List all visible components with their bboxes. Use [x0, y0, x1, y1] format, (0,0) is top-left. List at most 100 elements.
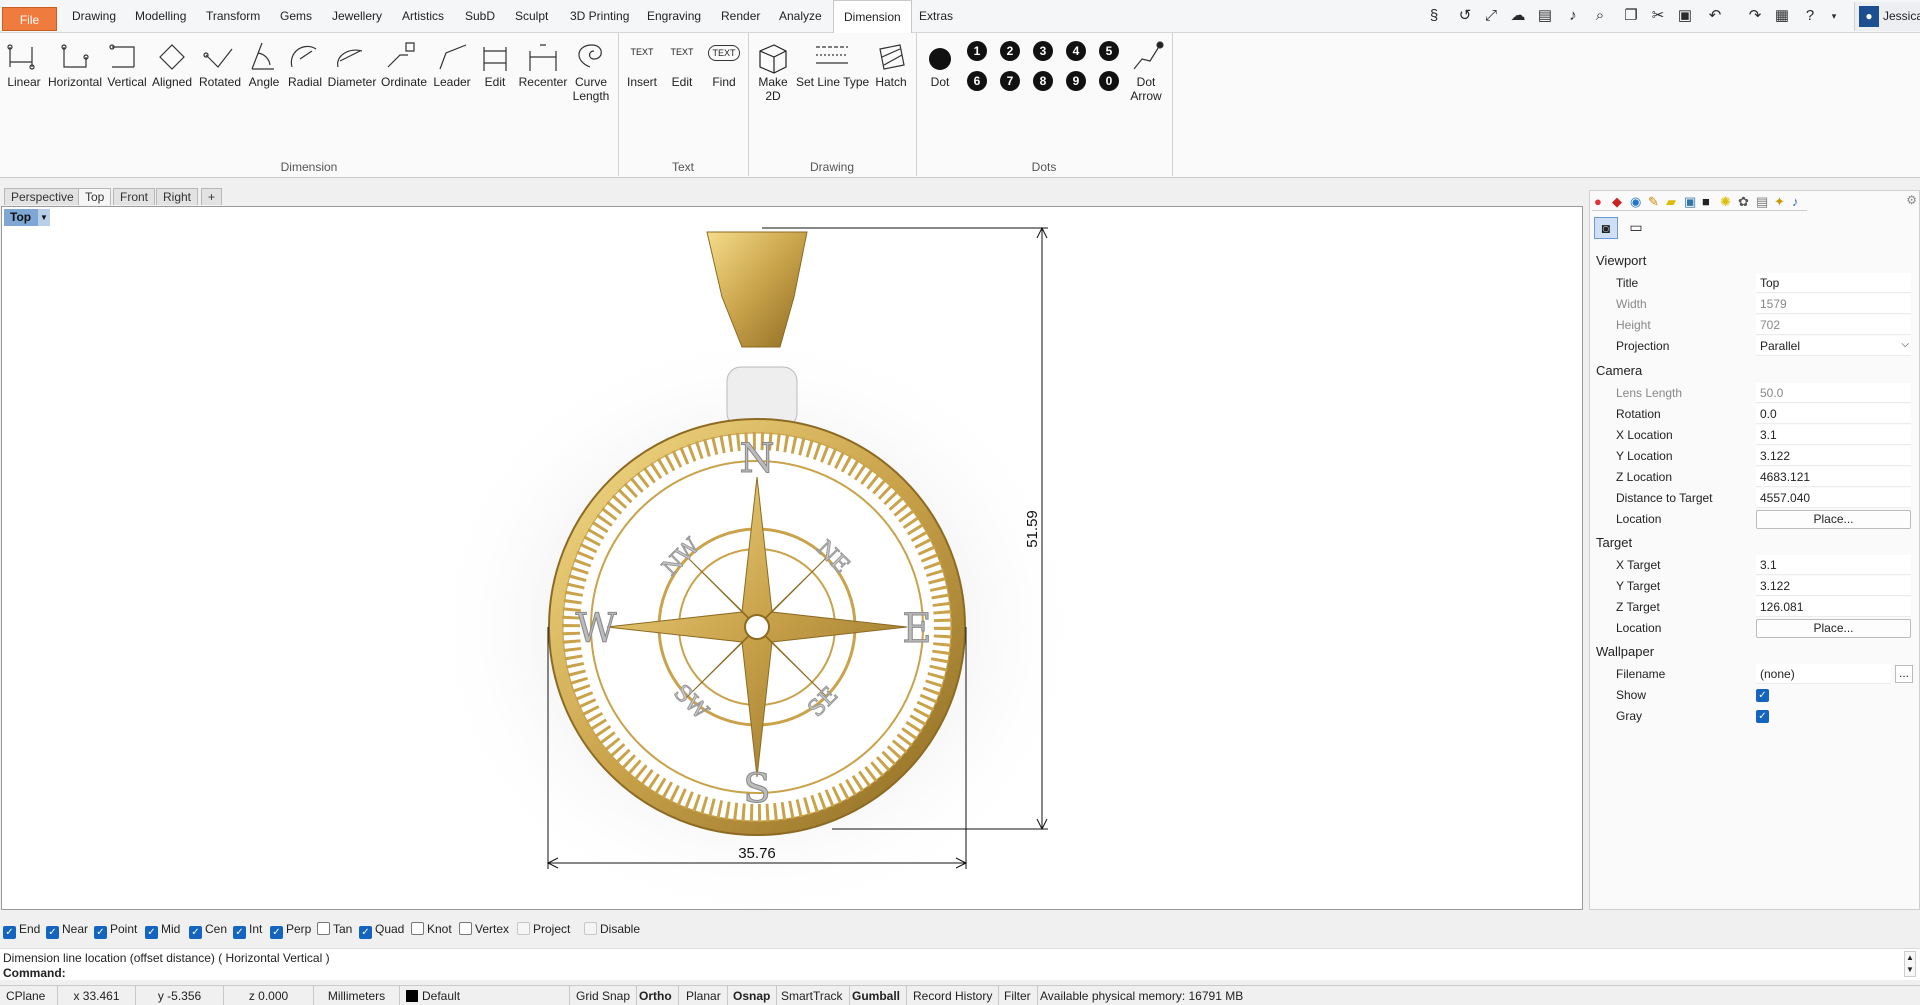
y-target-field[interactable]: 3.122 [1756, 576, 1911, 596]
environment-icon[interactable]: ◉ [1630, 194, 1641, 210]
x-location-field[interactable]: 3.1 [1756, 425, 1911, 445]
sections-icon[interactable]: ✿ [1738, 194, 1749, 210]
checkbox-icon[interactable]: ✓ [3, 926, 16, 939]
ortho-toggle[interactable]: Ortho [633, 986, 679, 1005]
show-checkbox[interactable]: ✓ [1756, 689, 1769, 702]
checkbox-icon[interactable]: ✓ [233, 926, 246, 939]
dot-arrow-tool[interactable]: Dot Arrow [1125, 75, 1167, 103]
cloud-icon[interactable]: ☁ [1508, 6, 1528, 26]
menu-sculpt[interactable]: Sculpt [505, 0, 558, 33]
osnap-near[interactable]: ✓ Near [46, 922, 88, 939]
dot-7-button[interactable]: 7 [1000, 71, 1020, 91]
title-field[interactable]: Top [1756, 273, 1911, 293]
ordinate-tool[interactable]: Ordinate [379, 75, 429, 89]
lights-icon[interactable]: ✦ [1774, 194, 1785, 210]
dot-3-button[interactable]: 3 [1033, 41, 1053, 61]
layer-status[interactable]: Default [400, 986, 570, 1005]
tab-top[interactable]: Top [78, 188, 112, 205]
panel-settings-icon[interactable]: ⚙ [1906, 193, 1917, 207]
menu-extras[interactable]: Extras [909, 0, 963, 33]
projection-select[interactable]: Parallel [1756, 336, 1911, 356]
menu-dimension[interactable]: Dimension [833, 0, 912, 34]
tab-front[interactable]: Front [113, 188, 156, 205]
osnap-perp[interactable]: ✓ Perp [270, 922, 311, 939]
zoom-icon[interactable]: ⌕ [1590, 6, 1610, 26]
save-icon[interactable]: ▦ [1772, 6, 1792, 26]
menu-3d-printing[interactable]: 3D Printing [560, 0, 639, 33]
vertical-tool[interactable]: Vertical [104, 75, 150, 89]
command-scroll-icon[interactable]: ▲ ▼ [1904, 951, 1916, 977]
dot-1-button[interactable]: 1 [967, 41, 987, 61]
z-target-field[interactable]: 126.081 [1756, 597, 1911, 617]
color-wheel-icon[interactable]: ● [1594, 194, 1602, 209]
x-target-field[interactable]: 3.1 [1756, 555, 1911, 575]
place-camera-button[interactable]: Place... [1756, 510, 1911, 529]
osnap-end[interactable]: ✓ End [3, 922, 40, 939]
layers-icon[interactable]: ▣ [1684, 194, 1696, 210]
osnap-knot[interactable]: Knot [411, 922, 452, 936]
hatch-tool[interactable]: Hatch [870, 75, 912, 89]
user-account[interactable]: ● Jessica [1854, 2, 1920, 31]
folder-icon[interactable]: ▰ [1666, 194, 1676, 210]
gumball-toggle[interactable]: Gumball [846, 986, 908, 1005]
file-menu[interactable]: File [2, 7, 57, 31]
gray-checkbox[interactable]: ✓ [1756, 710, 1769, 723]
z-location-field[interactable]: 4683.121 [1756, 467, 1911, 487]
checkbox-icon[interactable]: ✓ [145, 926, 158, 939]
command-prompt[interactable]: Command: [3, 966, 66, 980]
leader-tool[interactable]: Leader [430, 75, 474, 89]
menu-subd[interactable]: SubD [455, 0, 505, 33]
record-history-toggle[interactable]: Record History [907, 986, 1000, 1005]
osnap-point[interactable]: ✓ Point [94, 922, 137, 939]
curve-length-tool[interactable]: Curve Length [570, 75, 612, 103]
aligned-tool[interactable]: Aligned [149, 75, 195, 89]
menu-artistics[interactable]: Artistics [392, 0, 454, 33]
named-views-icon[interactable]: ▤ [1756, 194, 1768, 210]
smarttrack-toggle[interactable]: SmartTrack [775, 986, 850, 1005]
osnap-cen[interactable]: ✓ Cen [189, 922, 227, 939]
add-viewport-tab-button[interactable]: + [201, 188, 223, 205]
checkbox-icon[interactable] [317, 922, 330, 935]
camera-icon[interactable]: ◙ [1594, 217, 1618, 239]
y-location-field[interactable]: 3.122 [1756, 446, 1911, 466]
linear-tool[interactable]: Linear [3, 75, 45, 89]
checkbox-icon[interactable]: ✓ [94, 926, 107, 939]
microphone-icon[interactable]: ♪ [1563, 6, 1583, 26]
make2d-tool[interactable]: Make 2D [752, 75, 794, 103]
help-icon[interactable]: ? [1800, 6, 1820, 26]
set-line-type-tool[interactable]: Set Line Type [796, 75, 869, 89]
edit-text-tool[interactable]: Edit [663, 75, 701, 89]
transform-icon[interactable]: ⤢ [1481, 6, 1501, 26]
menu-transform[interactable]: Transform [196, 0, 270, 33]
paste-icon[interactable]: ▣ [1675, 6, 1695, 26]
osnap-tan[interactable]: Tan [317, 922, 352, 936]
rg-icon[interactable]: ■ [1702, 194, 1710, 209]
recenter-tool[interactable]: Recenter [516, 75, 570, 89]
copy-icon[interactable]: ❐ [1621, 6, 1641, 26]
rotation-field[interactable]: 0.0 [1756, 404, 1911, 424]
menu-analyze[interactable]: Analyze [769, 0, 832, 33]
sun-icon[interactable]: ✺ [1720, 194, 1731, 210]
filename-field[interactable]: (none) [1756, 664, 1891, 684]
menu-modelling[interactable]: Modelling [125, 0, 196, 33]
viewport-properties-icon[interactable]: ▭ [1624, 217, 1648, 239]
top-viewport[interactable]: Top ▼ N S E W NE NW SE SW 51.59 35.76 [1, 206, 1583, 910]
dot-5-button[interactable]: 5 [1099, 41, 1119, 61]
redo-icon[interactable]: ↷ [1745, 6, 1765, 26]
dot-6-button[interactable]: 6 [967, 71, 987, 91]
osnap-mid[interactable]: ✓ Mid [145, 922, 180, 939]
checkbox-icon[interactable]: ✓ [359, 926, 372, 939]
osnap-vertex[interactable]: Vertex [459, 922, 509, 936]
menu-drawing[interactable]: Drawing [62, 0, 126, 33]
osnap-quad[interactable]: ✓ Quad [359, 922, 404, 939]
place-target-button[interactable]: Place... [1756, 619, 1911, 638]
checkbox-icon[interactable] [411, 922, 424, 935]
osnap-disable[interactable]: Disable [584, 922, 640, 936]
tab-right[interactable]: Right [156, 188, 199, 205]
rhino-logo-icon[interactable]: § [1424, 6, 1444, 26]
checkbox-icon[interactable] [517, 922, 530, 935]
cut-icon[interactable]: ✂ [1648, 6, 1668, 26]
planar-toggle[interactable]: Planar [680, 986, 728, 1005]
filter-toggle[interactable]: Filter [998, 986, 1038, 1005]
dot-2-button[interactable]: 2 [1000, 41, 1020, 61]
